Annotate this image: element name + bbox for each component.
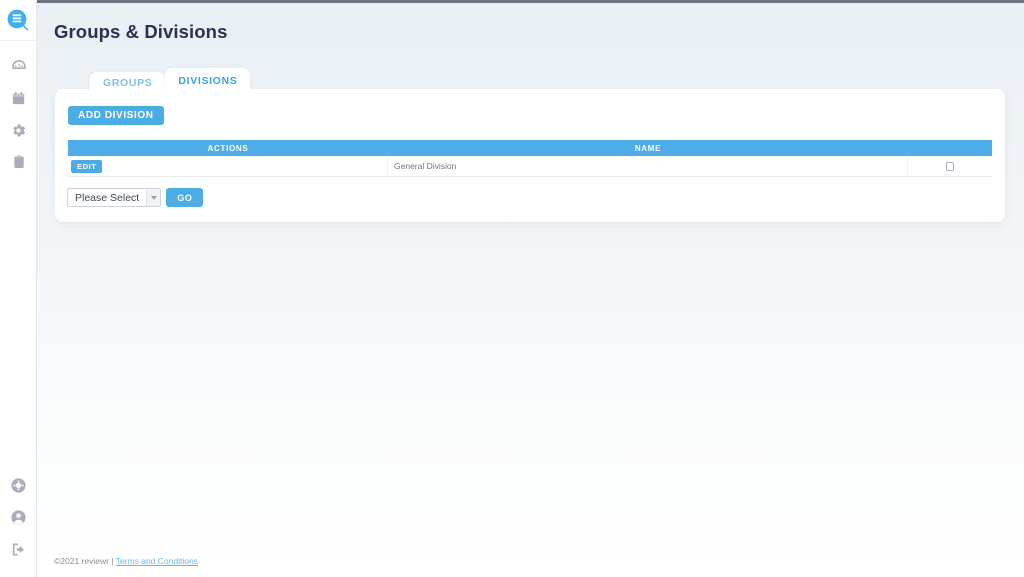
column-header-name: NAME — [634, 143, 662, 153]
main-content: Groups & Divisions GROUPS DIVISIONS ADD … — [37, 3, 1024, 577]
sidebar-item-calendar[interactable] — [0, 82, 37, 114]
chevron-down-icon[interactable] — [146, 189, 161, 206]
footer: ©2021 reviewr | Terms and Conditions — [54, 556, 198, 566]
tab-divisions[interactable]: DIVISIONS — [165, 68, 251, 93]
row-select-checkbox[interactable] — [946, 161, 954, 171]
gauge-icon — [10, 57, 28, 75]
table-row: EDIT General Division — [68, 155, 992, 177]
tab-groups[interactable]: GROUPS — [90, 72, 166, 93]
sidebar-logo[interactable] — [0, 0, 37, 41]
calendar-icon — [10, 90, 27, 107]
sidebar-item-help[interactable] — [0, 469, 37, 501]
add-division-button[interactable]: ADD DIVISION — [68, 106, 164, 125]
table-header-row: ACTIONS NAME — [68, 140, 992, 156]
divisions-panel: ADD DIVISION ACTIONS NAME EDIT General D… — [55, 89, 1005, 222]
sidebar-item-settings[interactable] — [0, 114, 37, 146]
life-ring-icon — [10, 477, 27, 494]
cell-select — [908, 161, 992, 171]
sidebar-primary-nav — [0, 50, 36, 178]
sidebar-item-account[interactable] — [0, 501, 37, 533]
sidebar-item-dashboard[interactable] — [0, 50, 37, 82]
copyright-text: ©2021 reviewr | — [54, 556, 114, 566]
bulk-action-select[interactable]: Please Select — [67, 188, 162, 207]
page-title: Groups & Divisions — [54, 21, 228, 42]
logout-icon — [10, 541, 27, 558]
user-circle-icon — [10, 509, 27, 526]
terms-and-conditions-link[interactable]: Terms and Conditions — [116, 556, 198, 566]
tab-bar: GROUPS DIVISIONS — [90, 68, 251, 93]
edit-button[interactable]: EDIT — [71, 159, 103, 173]
gear-icon — [10, 122, 27, 139]
cell-actions: EDIT — [68, 155, 388, 177]
sidebar — [0, 0, 37, 577]
bulk-action-select-value[interactable]: Please Select — [68, 189, 146, 206]
go-button[interactable]: GO — [166, 188, 204, 207]
sidebar-item-reports[interactable] — [0, 146, 37, 178]
clipboard-icon — [11, 154, 27, 170]
column-header-actions: ACTIONS — [207, 143, 249, 153]
cell-name: General Division — [388, 155, 908, 177]
sidebar-item-logout[interactable] — [0, 533, 37, 565]
speech-bubble-logo-icon — [6, 8, 30, 32]
divisions-table: ACTIONS NAME EDIT General Division — [68, 140, 992, 177]
sidebar-secondary-nav — [0, 469, 36, 577]
bulk-action-bar: Please Select GO — [67, 188, 204, 207]
